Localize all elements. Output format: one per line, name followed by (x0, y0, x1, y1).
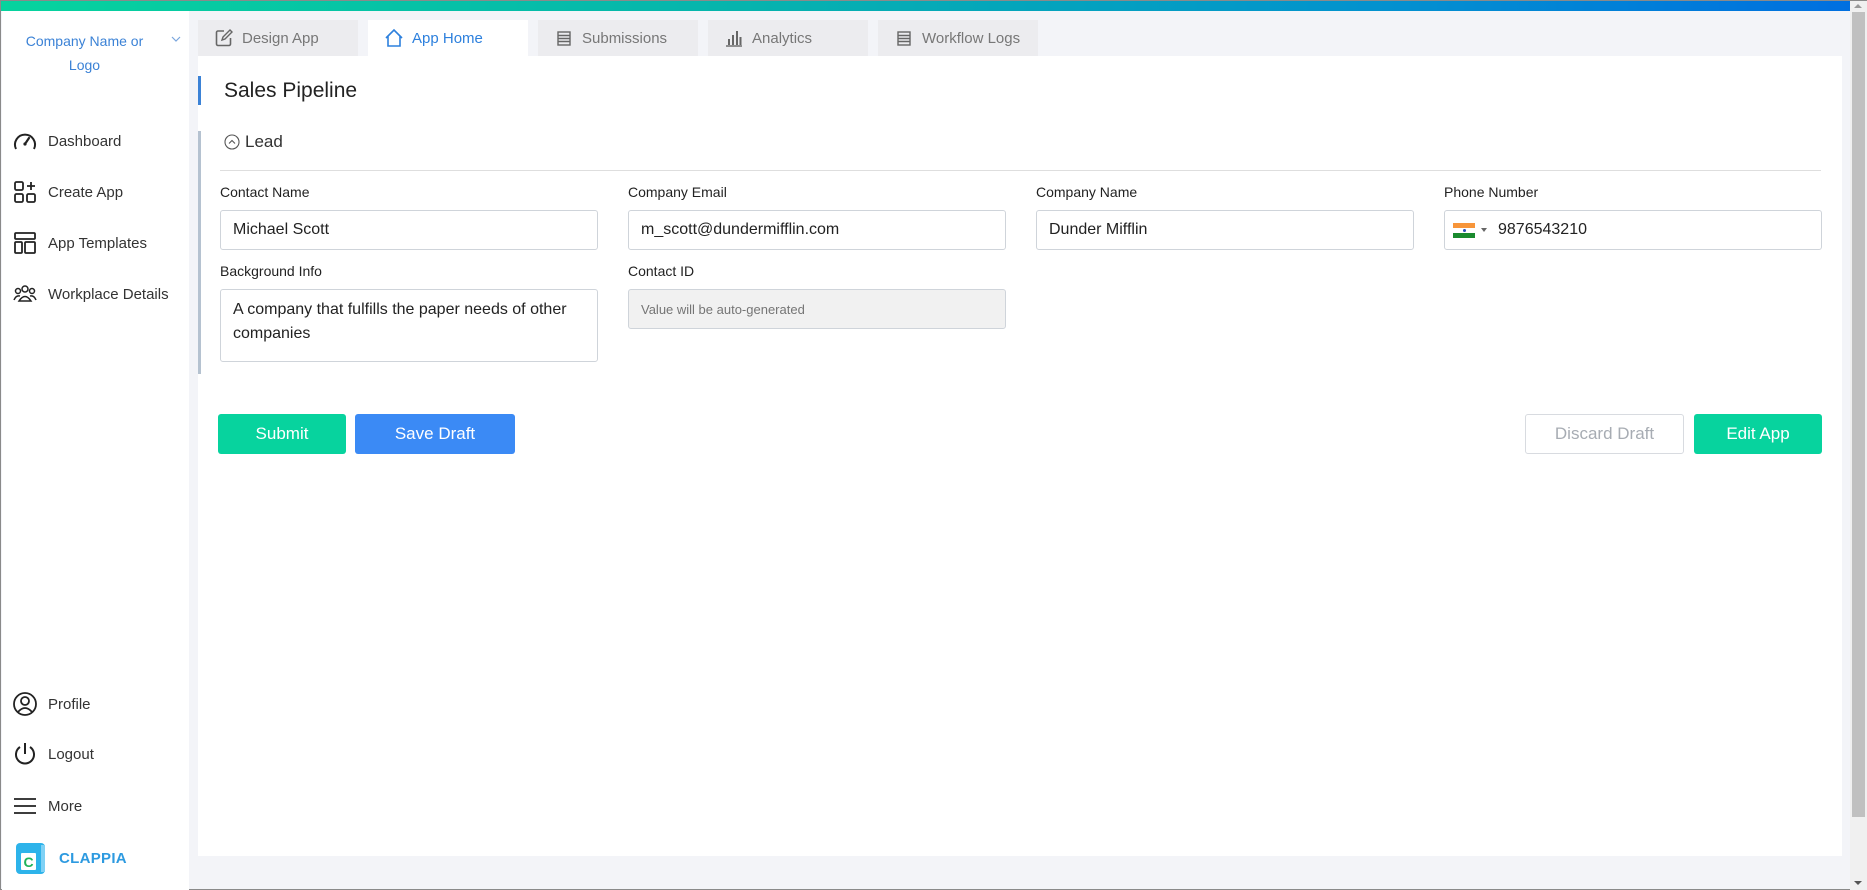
edit-app-button[interactable]: Edit App (1694, 414, 1822, 454)
add-app-icon (14, 181, 36, 203)
app-window: Company Name or Logo Dashboard Create Ap… (0, 0, 1867, 890)
sidebar-item-profile[interactable]: Profile (12, 689, 91, 719)
contact-name-input[interactable] (220, 210, 598, 250)
menu-icon (14, 798, 36, 814)
tab-app-home[interactable]: App Home (368, 20, 528, 56)
company-name-input[interactable] (1036, 210, 1414, 250)
sidebar-item-label: App Templates (48, 234, 147, 252)
tab-label: Analytics (752, 29, 813, 47)
tab-submissions[interactable]: Submissions (538, 20, 698, 56)
discard-draft-button[interactable]: Discard Draft (1525, 414, 1684, 454)
sidebar: Company Name or Logo Dashboard Create Ap… (2, 11, 189, 890)
tab-label: Submissions (582, 29, 668, 47)
company-name-dropdown[interactable]: Company Name or Logo (22, 29, 147, 77)
collapse-icon (224, 134, 240, 150)
company-email-input[interactable] (628, 210, 1006, 250)
speedometer-icon (14, 133, 36, 150)
sidebar-item-dashboard[interactable]: Dashboard (12, 126, 121, 156)
chevron-down-icon[interactable] (170, 33, 182, 45)
sidebar-item-workplace-details[interactable]: Workplace Details (12, 279, 169, 309)
clappia-logo-icon: C (16, 843, 45, 874)
submit-button[interactable]: Submit (218, 414, 346, 454)
scroll-up-arrow-icon[interactable] (1854, 4, 1862, 8)
clappia-brand: C CLAPPIA (16, 843, 127, 874)
templates-icon (14, 232, 36, 254)
tab-design-app[interactable]: Design App (198, 20, 358, 56)
sidebar-item-label: Logout (48, 745, 94, 763)
home-icon (385, 28, 403, 47)
sidebar-item-app-templates[interactable]: App Templates (12, 228, 147, 258)
sidebar-item-logout[interactable]: Logout (12, 739, 94, 769)
user-circle-icon (13, 692, 37, 716)
section-title: Lead (245, 132, 283, 151)
edit-icon (215, 29, 233, 47)
sidebar-item-label: Create App (48, 183, 124, 201)
sidebar-item-label: Dashboard (48, 132, 122, 150)
sidebar-item-label: Workplace Details (48, 285, 169, 303)
sidebar-item-more[interactable]: More (12, 791, 82, 821)
vertical-scrollbar[interactable] (1850, 1, 1867, 890)
users-icon (13, 285, 37, 302)
company-name-label: Company Name (1036, 184, 1138, 200)
bar-chart-icon (726, 31, 742, 47)
title-accent (198, 76, 201, 105)
save-draft-button[interactable]: Save Draft (355, 414, 515, 454)
background-info-label: Background Info (220, 263, 322, 279)
brand-name: CLAPPIA (59, 850, 127, 867)
top-accent-bar (1, 1, 1850, 11)
power-icon (15, 743, 35, 765)
tab-analytics[interactable]: Analytics (708, 20, 868, 56)
sidebar-item-label: More (48, 797, 83, 815)
list-icon (897, 31, 911, 46)
background-info-textarea[interactable]: A company that fulfills the paper needs … (220, 289, 598, 362)
scrollbar-thumb[interactable] (1852, 12, 1865, 817)
company-email-label: Company Email (628, 184, 727, 200)
india-flag-icon[interactable] (1453, 222, 1475, 238)
svg-text:C: C (23, 854, 33, 870)
tab-label: App Home (412, 29, 483, 47)
contact-id-label: Contact ID (628, 263, 695, 279)
contact-id-input (628, 289, 1006, 329)
page-title: Sales Pipeline (224, 79, 358, 102)
tab-label: Design App (242, 29, 319, 47)
section-divider (220, 170, 1821, 171)
sidebar-item-create-app[interactable]: Create App (12, 177, 123, 207)
country-dropdown-caret-icon[interactable] (1481, 228, 1487, 232)
app-home-card: Sales Pipeline Lead Contact Name Company… (198, 56, 1842, 856)
sidebar-item-label: Profile (48, 695, 91, 713)
scroll-down-arrow-icon[interactable] (1854, 881, 1862, 885)
tab-workflow-logs[interactable]: Workflow Logs (878, 20, 1038, 56)
phone-number-value: 9876543210 (1498, 221, 1587, 238)
section-toggle-lead[interactable]: Lead (224, 132, 283, 152)
tab-label: Workflow Logs (922, 29, 1021, 47)
phone-number-label: Phone Number (1444, 184, 1539, 200)
list-icon (557, 31, 571, 46)
phone-number-input[interactable]: 9876543210 (1444, 210, 1822, 250)
section-accent (198, 131, 201, 374)
contact-name-label: Contact Name (220, 184, 310, 200)
